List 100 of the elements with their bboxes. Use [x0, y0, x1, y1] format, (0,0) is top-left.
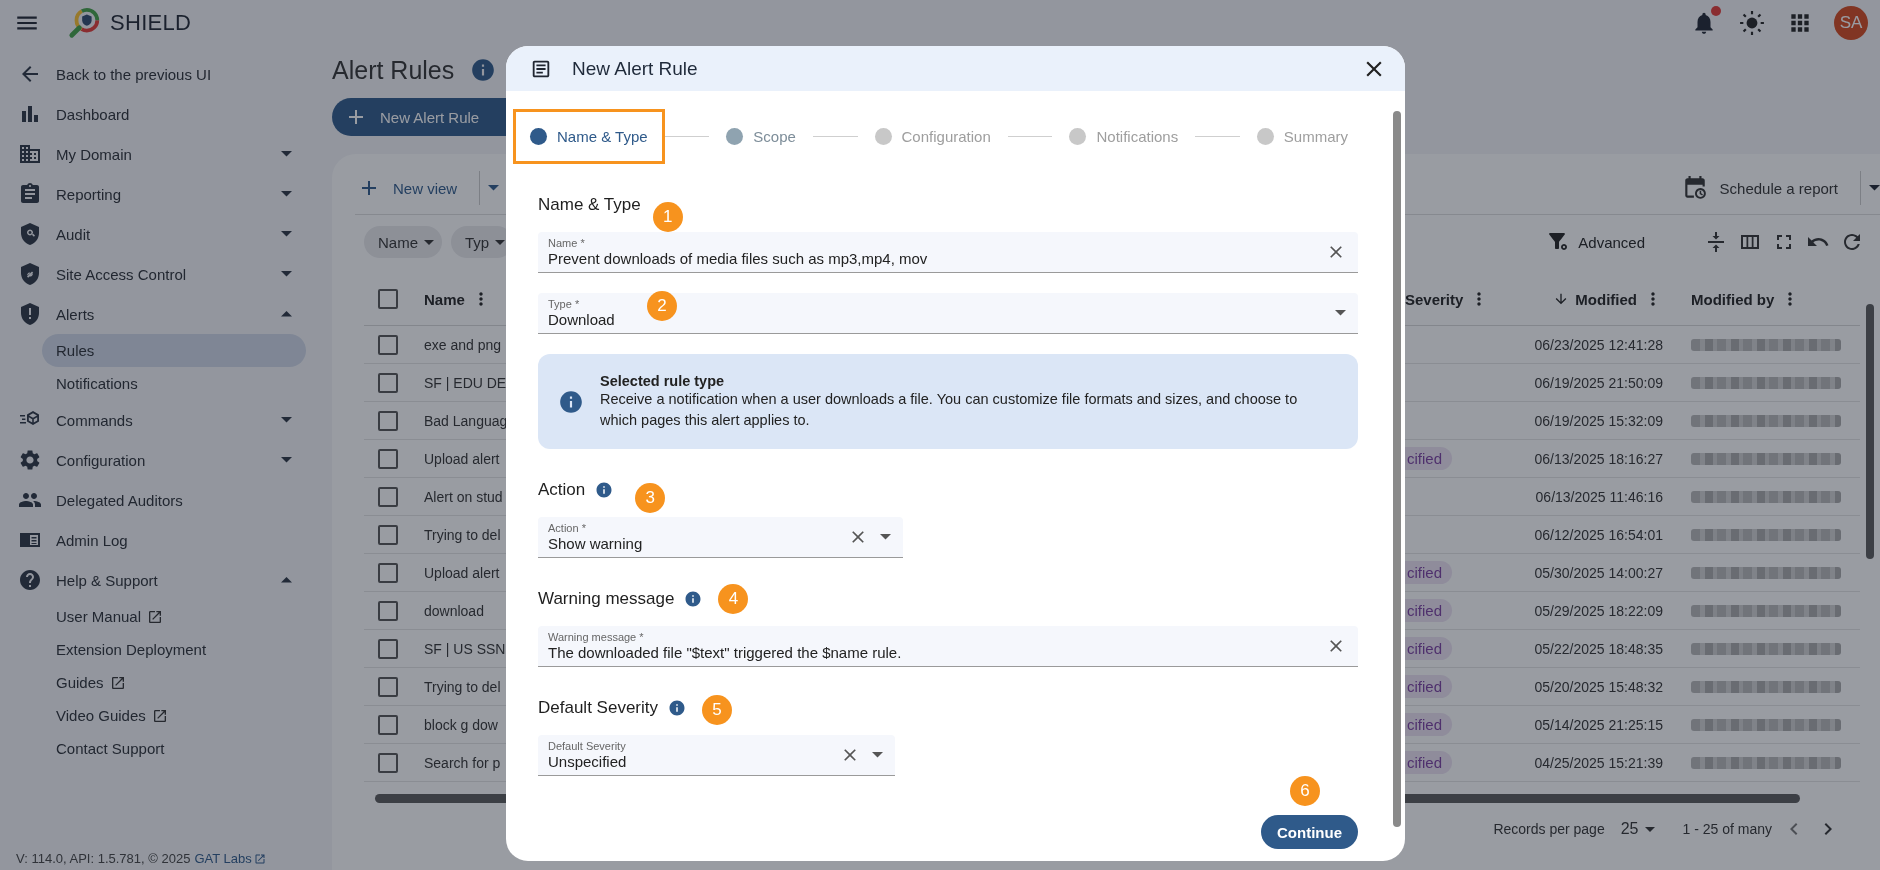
nav-item[interactable]: Alerts [0, 294, 332, 334]
nav-item[interactable]: Reporting [0, 174, 332, 214]
caret-down-icon[interactable] [1869, 185, 1880, 191]
caret-down-icon [424, 239, 434, 245]
row-checkbox[interactable] [378, 714, 398, 735]
records-per-page-label: Records per page [1493, 821, 1605, 837]
caret-down-icon [281, 271, 292, 277]
dropdown-caret-icon[interactable] [872, 752, 883, 758]
user-avatar[interactable]: SA [1834, 6, 1868, 40]
table-cell: Bad Languag [424, 412, 508, 429]
info-icon[interactable] [684, 590, 703, 608]
dropdown-caret-icon[interactable] [1335, 310, 1346, 316]
info-icon[interactable] [595, 481, 614, 499]
caret-down-icon [495, 239, 506, 245]
number-badge: 4 [718, 584, 749, 614]
table-cell: Upload alert [424, 564, 500, 581]
nav-subitem[interactable]: User Manual [42, 600, 306, 633]
shield-alert-icon [18, 302, 42, 326]
row-checkbox[interactable] [378, 524, 398, 545]
date-cell: 05/20/2025 15:48:32 [1534, 678, 1663, 695]
info-icon[interactable] [668, 699, 686, 717]
row-checkbox[interactable] [378, 752, 398, 773]
nav-subitem[interactable]: Guides [42, 666, 306, 699]
input-field[interactable]: Warning message * The downloaded file "$text" triggered the $name rule. [538, 626, 1358, 667]
row-checkbox[interactable] [378, 334, 398, 355]
info-text: Receive a notification when a user downloads a file. You can customize file formats and sizes, and choose to which pages this alert applies to. [600, 389, 1299, 430]
input-field[interactable]: Name * Prevent downloads of media files such as mp3,mp4, mov [538, 232, 1358, 273]
info-icon[interactable] [470, 57, 497, 83]
nav-item[interactable]: Site Access Control [0, 254, 332, 294]
column-header[interactable]: Name [424, 290, 465, 308]
nav-item[interactable]: Admin Log [0, 520, 332, 560]
column-header[interactable]: Modified [1553, 290, 1637, 308]
table-cell: block g dow [424, 716, 498, 733]
select-field[interactable]: Type * Download 2 [538, 293, 1358, 334]
severity-chip: cified [1405, 637, 1453, 660]
stepper-step[interactable]: Name & Type [513, 109, 665, 164]
caret-up-icon [281, 311, 292, 317]
table-cell: SF | EDU DE [424, 374, 507, 391]
row-checkbox[interactable] [378, 562, 398, 583]
nav-item[interactable]: Configuration [0, 440, 332, 480]
dropdown-caret-icon[interactable] [880, 534, 891, 540]
nav-item[interactable]: Audit [0, 214, 332, 254]
external-link-icon [147, 608, 164, 625]
severity-chip: cified [1405, 675, 1453, 698]
nav-item[interactable]: Commands [0, 400, 332, 440]
nav-item[interactable]: Back to the previous UI [0, 54, 332, 94]
nav-subitem[interactable]: Rules [42, 334, 306, 367]
number-badge: 5 [702, 695, 732, 725]
nav-item[interactable]: Delegated Auditors [0, 480, 332, 520]
scrollbar-thumb[interactable] [1866, 304, 1874, 559]
table-cell: Upload alert [424, 450, 500, 467]
sun-icon[interactable] [1739, 10, 1765, 36]
advanced-filter-button[interactable]: Advanced [1540, 229, 1651, 255]
date-cell: 06/19/2025 21:50:09 [1534, 374, 1663, 391]
date-cell: 06/23/2025 12:41:28 [1534, 336, 1663, 353]
caret-down-icon [281, 457, 292, 463]
company-link[interactable]: GAT Labs [194, 851, 266, 866]
table-cell: exe and png [424, 336, 502, 353]
continue-button[interactable]: Continue [1261, 815, 1358, 849]
nav-subitem[interactable]: Video Guides [42, 699, 306, 732]
nav-item[interactable]: Help & Support [0, 560, 332, 600]
row-checkbox[interactable] [378, 638, 398, 659]
select-field[interactable]: Default Severity Unspecified [538, 735, 895, 776]
nav-subitem[interactable]: Extension Deployment [42, 633, 306, 666]
severity-chip: cified [1405, 751, 1453, 774]
column-header[interactable]: Severity [1405, 290, 1464, 308]
row-checkbox[interactable] [378, 372, 398, 393]
row-checkbox[interactable] [378, 676, 398, 697]
section-title: Warning message [538, 589, 675, 609]
select-all-checkbox[interactable] [378, 289, 398, 309]
page-title: Alert Rules [332, 55, 455, 85]
info-title: Selected rule type [600, 372, 726, 389]
schedule-report-button[interactable]: Schedule a report [1681, 175, 1852, 201]
per-page-select[interactable]: 25 [1614, 819, 1661, 839]
scrollbar-thumb[interactable] [1393, 111, 1401, 827]
select-field[interactable]: Action * Show warning [538, 517, 903, 558]
external-link-icon [109, 674, 126, 691]
table-cell: Alert on stud [424, 488, 503, 505]
caret-down-icon[interactable] [488, 185, 500, 191]
date-cell: 05/14/2025 21:25:15 [1534, 716, 1663, 733]
table-cell: Trying to del [424, 678, 501, 695]
new-view-button[interactable]: New view [357, 176, 472, 200]
table-cell: download [424, 602, 484, 619]
row-checkbox[interactable] [378, 486, 398, 507]
row-checkbox[interactable] [378, 448, 398, 469]
row-checkbox[interactable] [378, 410, 398, 431]
nav-item[interactable]: Dashboard [0, 94, 332, 134]
caret-down-icon [281, 231, 292, 237]
date-cell: 06/13/2025 18:16:27 [1534, 450, 1663, 467]
nav-subitem[interactable]: Notifications [42, 367, 306, 400]
table-cell: Trying to del [424, 526, 501, 543]
section-title: Default Severity [538, 698, 658, 718]
nav-item[interactable]: My Domain [0, 134, 332, 174]
row-checkbox[interactable] [378, 600, 398, 621]
nav-subitem[interactable]: Contact Support [42, 732, 306, 765]
date-cell: 05/22/2025 18:48:35 [1534, 640, 1663, 657]
stepper-step[interactable]: Scope [709, 109, 813, 164]
filter-chip[interactable]: Name [364, 226, 442, 258]
caret-down-icon [1644, 826, 1655, 832]
column-header[interactable]: Modified by [1691, 290, 1775, 308]
